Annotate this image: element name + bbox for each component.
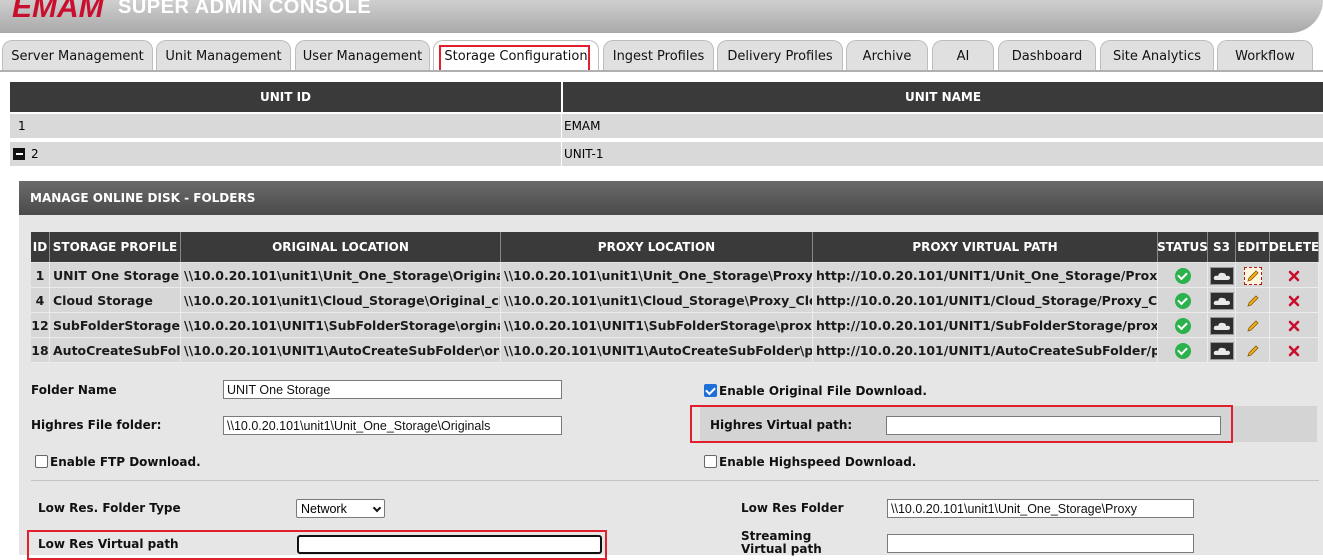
delete-x-icon[interactable]	[1287, 344, 1301, 358]
lowres-virtual-highlight-box	[27, 530, 607, 560]
s3-cloud-icon[interactable]	[1209, 291, 1234, 310]
status-ok-icon[interactable]	[1174, 292, 1191, 309]
folders-header-status: STATUS	[1157, 232, 1208, 262]
lowres-folder-input[interactable]: \\10.0.20.101\unit1\Unit_One_Storage\Pro…	[887, 499, 1194, 518]
folder-row[interactable]: 1 UNIT One Storage \\10.0.20.101\unit1\U…	[31, 263, 1319, 288]
edit-pencil-icon[interactable]	[1243, 266, 1262, 285]
units-header-name: UNIT NAME	[563, 82, 1323, 112]
enable-highspeed-checkbox[interactable]	[704, 455, 717, 468]
folders-header-s3: S3	[1208, 232, 1236, 262]
edit-pencil-icon[interactable]	[1244, 292, 1262, 310]
folder-id: 4	[31, 288, 50, 313]
panel-title: MANAGE ONLINE DISK - FOLDERS	[19, 181, 1323, 215]
folder-name-label: Folder Name	[31, 383, 117, 397]
folders-header-proxy: PROXY LOCATION	[501, 232, 813, 262]
tab-delivery-profiles[interactable]: Delivery Profiles	[717, 40, 843, 72]
tab-unit-management[interactable]: Unit Management	[156, 40, 291, 72]
collapse-icon[interactable]	[13, 148, 25, 160]
tab-dashboard[interactable]: Dashboard	[998, 40, 1096, 72]
folders-header-id: ID	[31, 232, 50, 262]
enable-ftp-label: Enable FTP Download.	[50, 455, 201, 469]
streaming-virtual-input[interactable]	[887, 534, 1194, 553]
folders-header-profile: STORAGE PROFILE	[50, 232, 181, 262]
lowres-folder-label: Low Res Folder	[741, 501, 844, 515]
tab-workflow[interactable]: Workflow	[1217, 40, 1313, 72]
folder-original: \\10.0.20.101\UNIT1\SubFolderStorage\org…	[181, 313, 501, 338]
lowres-type-value: Network	[301, 501, 347, 516]
folder-virtual: http://10.0.20.101/UNIT1/Cloud_Storage/P…	[813, 288, 1158, 313]
folder-proxy: \\10.0.20.101\unit1\Cloud_Storage\Proxy_…	[501, 288, 813, 313]
folders-header-edit: EDIT	[1236, 232, 1270, 262]
folder-virtual: http://10.0.20.101/UNIT1/Unit_One_Storag…	[813, 263, 1158, 288]
delete-x-icon[interactable]	[1287, 319, 1301, 333]
console-title: SUPER ADMIN CONSOLE	[118, 0, 372, 18]
tabs-baseline	[0, 70, 1323, 72]
folder-original: \\10.0.20.101\unit1\Cloud_Storage\Origin…	[181, 288, 501, 313]
chevron-down-icon	[372, 503, 382, 513]
folder-proxy: \\10.0.20.101\UNIT1\SubFolderStorage\pro…	[501, 313, 813, 338]
folder-row[interactable]: 18 AutoCreateSubFolder \\10.0.20.101\UNI…	[31, 338, 1319, 363]
s3-cloud-icon[interactable]	[1209, 341, 1234, 360]
folder-id: 1	[31, 263, 50, 288]
folders-header-original: ORIGINAL LOCATION	[181, 232, 501, 262]
folder-virtual: http://10.0.20.101/UNIT1/SubFolderStorag…	[813, 313, 1158, 338]
folder-row[interactable]: 4 Cloud Storage \\10.0.20.101\unit1\Clou…	[31, 288, 1319, 313]
form-divider	[31, 480, 1319, 481]
delete-x-icon[interactable]	[1287, 294, 1301, 308]
unit-name: UNIT-1	[564, 147, 604, 161]
folder-virtual: http://10.0.20.101/UNIT1/AutoCreateSubFo…	[813, 338, 1158, 363]
tab-user-management[interactable]: User Management	[295, 40, 430, 72]
highres-folder-input[interactable]: \\10.0.20.101\unit1\Unit_One_Storage\Ori…	[223, 416, 562, 435]
tab-server-management[interactable]: Server Management	[2, 40, 153, 72]
enable-original-download-label: Enable Original File Download.	[719, 384, 927, 398]
tab-ingest-profiles[interactable]: Ingest Profiles	[603, 40, 714, 72]
tab-highlight-box	[439, 45, 590, 72]
units-header-id: UNIT ID	[10, 82, 561, 112]
main-tabs: Server Management Unit Management User M…	[0, 40, 1323, 72]
s3-cloud-icon[interactable]	[1209, 316, 1234, 335]
folder-id: 18	[31, 338, 50, 363]
delete-x-icon[interactable]	[1287, 269, 1301, 283]
logo: EMAM	[12, 0, 104, 24]
status-ok-icon[interactable]	[1174, 342, 1191, 359]
streaming-virtual-label: Streaming Virtual path	[741, 529, 822, 556]
lowres-type-select[interactable]: Network	[296, 499, 385, 518]
folder-proxy: \\10.0.20.101\UNIT1\AutoCreateSubFolder\…	[501, 338, 813, 363]
unit-id-cell: 2	[10, 142, 561, 166]
folder-original: \\10.0.20.101\unit1\Unit_One_Storage\Ori…	[181, 263, 501, 288]
unit-id: 1	[18, 119, 26, 133]
enable-original-download-checkbox[interactable]	[704, 384, 717, 397]
folder-id: 12	[31, 313, 50, 338]
lowres-type-label: Low Res. Folder Type	[38, 501, 181, 515]
app-header: EMAM SUPER ADMIN CONSOLE	[0, 0, 1323, 40]
tab-archive[interactable]: Archive	[846, 40, 928, 72]
folder-profile: Cloud Storage	[50, 288, 181, 313]
folders-header-virtual: PROXY VIRTUAL PATH	[813, 232, 1158, 262]
status-ok-icon[interactable]	[1174, 267, 1191, 284]
folder-name-input[interactable]: UNIT One Storage	[223, 380, 562, 399]
s3-cloud-icon[interactable]	[1209, 266, 1234, 285]
folder-original: \\10.0.20.101\UNIT1\AutoCreateSubFolder\…	[181, 338, 501, 363]
tab-site-analytics[interactable]: Site Analytics	[1100, 40, 1214, 72]
status-ok-icon[interactable]	[1174, 317, 1191, 334]
tab-ai[interactable]: AI	[932, 40, 994, 72]
folder-profile: AutoCreateSubFolder	[50, 338, 181, 363]
unit-row[interactable]: 1 EMAM	[10, 114, 1323, 138]
edit-pencil-icon[interactable]	[1244, 317, 1262, 335]
folder-row[interactable]: 12 SubFolderStorage \\10.0.20.101\UNIT1\…	[31, 313, 1319, 338]
highres-folder-label: Highres File folder:	[31, 418, 162, 432]
unit-name: EMAM	[564, 119, 601, 133]
unit-row[interactable]: 2 UNIT-1	[10, 142, 1323, 166]
folder-profile: SubFolderStorage	[50, 313, 181, 338]
highres-virtual-highlight-box	[690, 405, 1233, 443]
enable-highspeed-label: Enable Highspeed Download.	[719, 455, 917, 469]
unit-id: 2	[31, 147, 39, 161]
edit-pencil-icon[interactable]	[1244, 342, 1262, 360]
folder-proxy: \\10.0.20.101\unit1\Unit_One_Storage\Pro…	[501, 263, 813, 288]
folder-profile: UNIT One Storage	[50, 263, 181, 288]
folders-header-delete: DELETE	[1269, 232, 1319, 262]
enable-ftp-checkbox[interactable]	[35, 455, 48, 468]
